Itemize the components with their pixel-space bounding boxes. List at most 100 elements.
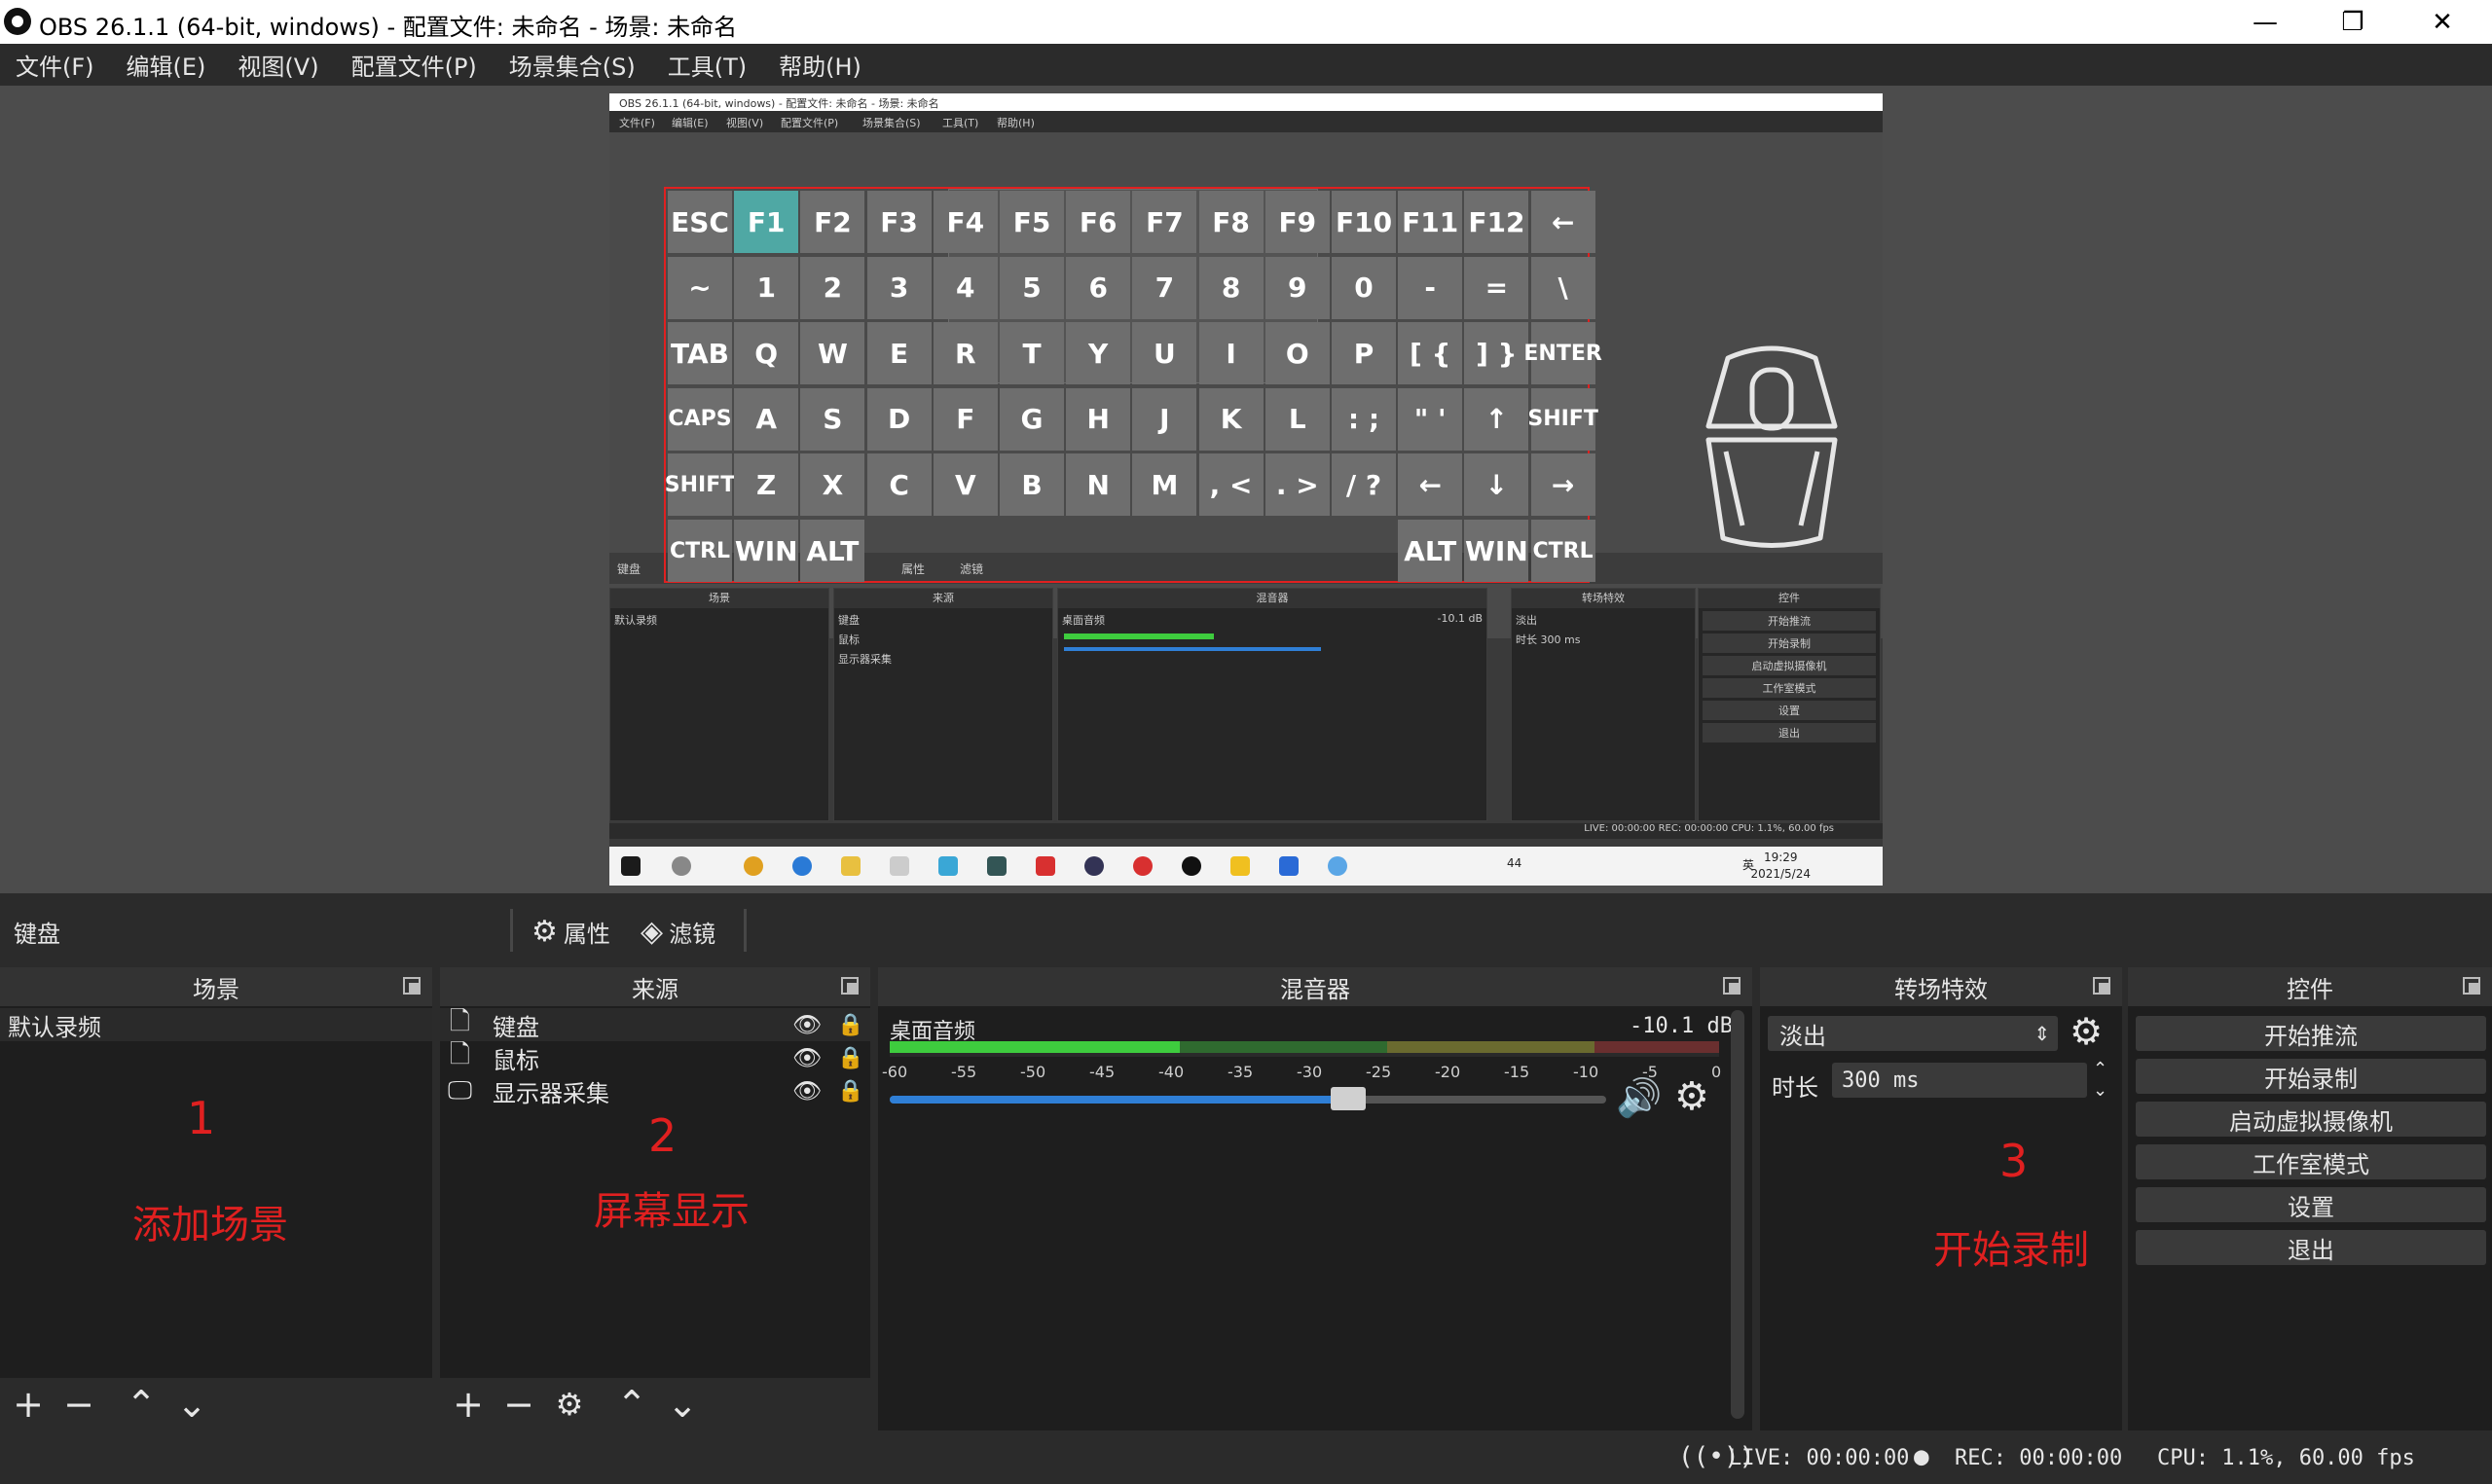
dock-title: 来源 (632, 975, 678, 1003)
keyboard-key: Z (734, 453, 799, 517)
menu-file[interactable]: 文件(F) (16, 48, 94, 82)
close-button[interactable]: ✕ (2400, 0, 2484, 44)
meter-tick-label: 0 (1711, 1063, 1722, 1081)
eye-icon[interactable]: 👁 (792, 1011, 822, 1038)
volume-slider[interactable] (890, 1087, 1606, 1110)
minimize-button[interactable]: — (2223, 0, 2307, 44)
add-source-button[interactable]: + (452, 1386, 485, 1423)
studio-mode-button[interactable]: 工作室模式 (2136, 1144, 2486, 1179)
start-streaming-button[interactable]: 开始推流 (2136, 1016, 2486, 1051)
mixer-scrollbar[interactable] (1731, 1010, 1744, 1419)
remove-source-button[interactable]: − (502, 1386, 535, 1423)
keyboard-overlay-source[interactable]: ESC F1 F2 F3 F4 F5 F6 F7 F8 F9 F10 F11 F12 ← ~1 2 3 4 5 6 7 8… (664, 187, 1602, 583)
status-bar: ((•)) LIVE: 00:00:00 ● REC: 00:00:00 CPU… (0, 1430, 2492, 1484)
app-icon (1084, 856, 1104, 876)
keyboard-key: → (1530, 453, 1595, 517)
properties-label: 属性 (563, 921, 610, 948)
windows-start-icon (621, 856, 641, 876)
lock-icon[interactable]: 🔒 (837, 1046, 863, 1070)
keyboard-key: F10 (1332, 191, 1396, 253)
menu-tools[interactable]: 工具(T) (668, 48, 747, 82)
cpu-status: CPU: 1.1%, 60.00 fps (2157, 1446, 2415, 1470)
captured-menu-item: 文件(F) (619, 117, 655, 129)
annotation-text: 开始录制 (1933, 1228, 2089, 1273)
speaker-icon[interactable]: 🔊 (1616, 1076, 1662, 1120)
captured-source-item: 鼠标 (838, 633, 860, 646)
app-icon (1328, 856, 1347, 876)
properties-button[interactable]: ⚙ 属性 (531, 915, 610, 949)
undock-icon[interactable] (403, 977, 421, 995)
undock-icon[interactable] (1723, 977, 1741, 995)
move-up-button[interactable]: ⌃ (125, 1386, 158, 1423)
meter-tick-label: -35 (1228, 1063, 1254, 1081)
duration-input[interactable]: 300 ms (1832, 1063, 2087, 1098)
preview-canvas[interactable]: OBS 26.1.1 (64-bit, windows) - 配置文件: 未命名… (0, 86, 2492, 893)
source-properties-button[interactable]: ⚙ (553, 1389, 586, 1420)
filters-button[interactable]: ◈ 滤镜 (641, 915, 715, 949)
volume-handle[interactable] (1331, 1087, 1367, 1110)
remove-scene-button[interactable]: − (62, 1386, 95, 1423)
captured-dock-title: 控件 (1699, 589, 1880, 608)
meter-tick-label: -40 (1158, 1063, 1185, 1081)
keyboard-key: ← (1398, 453, 1463, 517)
menu-view[interactable]: 视图(V) (238, 48, 318, 82)
keyboard-key: V (933, 453, 998, 517)
duration-stepper[interactable]: ⌃ ⌄ (2093, 1059, 2107, 1102)
move-up-button[interactable]: ⌃ (615, 1386, 648, 1423)
keyboard-key: " ' (1398, 387, 1463, 451)
gear-icon[interactable]: ⚙ (1674, 1074, 1709, 1119)
scene-item[interactable]: 默认录频 (0, 1008, 432, 1041)
captured-scene-name: 键盘 (617, 562, 641, 576)
captured-transition: 淡出 (1516, 614, 1537, 627)
edge-icon (792, 856, 812, 876)
exit-button[interactable]: 退出 (2136, 1230, 2486, 1265)
app-icon (1036, 856, 1055, 876)
keyboard-key: , < (1198, 453, 1264, 517)
menu-edit[interactable]: 编辑(E) (127, 48, 206, 82)
eye-icon[interactable]: 👁 (792, 1044, 822, 1071)
meter-tick-label: -20 (1435, 1063, 1461, 1081)
dock-title: 混音器 (1280, 975, 1350, 1003)
move-down-button[interactable]: ⌄ (175, 1386, 208, 1423)
gear-icon[interactable]: ⚙ (2070, 1010, 2103, 1053)
start-recording-button[interactable]: 开始录制 (2136, 1059, 2486, 1094)
keyboard-key: 5 (1000, 256, 1064, 319)
keyboard-key: F7 (1132, 191, 1197, 253)
keyboard-key: F5 (1000, 191, 1064, 253)
lock-icon[interactable]: 🔒 (837, 1079, 863, 1104)
eye-icon[interactable]: 👁 (792, 1077, 822, 1104)
keyboard-key: F9 (1264, 191, 1330, 253)
keyboard-key: G (1000, 387, 1064, 451)
keyboard-key: F11 (1398, 191, 1463, 253)
add-scene-button[interactable]: + (12, 1386, 45, 1423)
photos-icon (1279, 856, 1299, 876)
source-item[interactable]: 🗋 键盘 👁 🔒 (440, 1007, 870, 1041)
menu-profile[interactable]: 配置文件(P) (351, 48, 477, 82)
source-item[interactable]: 🖵 显示器采集 👁 🔒 (440, 1074, 870, 1107)
source-item[interactable]: 🗋 鼠标 👁 🔒 (440, 1040, 870, 1074)
keyboard-key: L (1264, 387, 1330, 451)
captured-controls-dock: 控件 开始推流 开始录制 启动虚拟摄像机 工作室模式 设置 退出 (1698, 588, 1881, 821)
settings-button[interactable]: 设置 (2136, 1187, 2486, 1222)
menu-scene-collection[interactable]: 场景集合(S) (509, 48, 636, 82)
start-virtual-camera-button[interactable]: 启动虚拟摄像机 (2136, 1102, 2486, 1137)
audio-meter (890, 1041, 1719, 1057)
source-label: 显示器采集 (493, 1079, 609, 1107)
lock-icon[interactable]: 🔒 (837, 1013, 863, 1037)
scenes-dock-header: 场景 (0, 967, 432, 1006)
menu-help[interactable]: 帮助(H) (779, 48, 861, 82)
keyboard-key: H (1066, 387, 1131, 451)
captured-dock-title: 场景 (610, 589, 828, 608)
move-down-button[interactable]: ⌄ (666, 1386, 699, 1423)
keyboard-key: F12 (1464, 191, 1529, 253)
mouse-overlay-source[interactable] (1699, 339, 1845, 553)
scene-toolbar: 键盘 ⚙ 属性 ◈ 滤镜 (0, 893, 2492, 967)
undock-icon[interactable] (2463, 977, 2480, 995)
duration-value: 300 ms (1842, 1068, 1920, 1093)
transition-select[interactable]: 淡出 ⇕ (1768, 1016, 2058, 1051)
maximize-button[interactable]: ❐ (2311, 0, 2395, 44)
undock-icon[interactable] (2093, 977, 2110, 995)
keyboard-key: ↓ (1464, 453, 1529, 517)
undock-icon[interactable] (841, 977, 859, 995)
annotation-number: 1 (187, 1092, 216, 1144)
